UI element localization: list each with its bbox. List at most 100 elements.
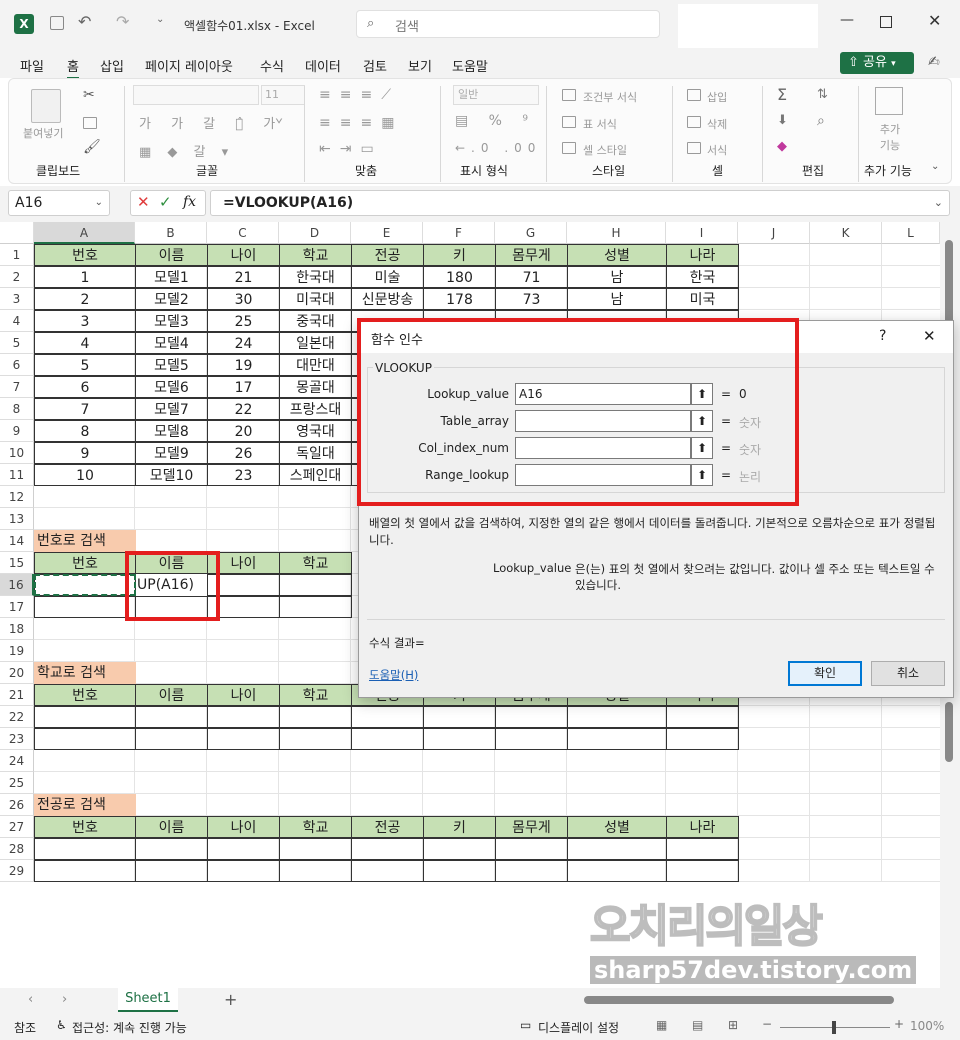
maximize-icon[interactable] [880, 16, 892, 28]
table-cell[interactable] [351, 860, 424, 882]
table-header-cell[interactable]: 나라 [666, 244, 739, 266]
table-header-cell[interactable]: 번호 [34, 816, 136, 838]
table-cell[interactable]: 20 [207, 420, 280, 442]
table-cell[interactable]: 73 [495, 288, 568, 310]
table-cell[interactable] [279, 860, 352, 882]
row-header[interactable]: 11 [0, 464, 34, 486]
row-header[interactable]: 14 [0, 530, 34, 552]
format-painter-icon[interactable]: 🖌 [83, 139, 101, 155]
column-header-h[interactable]: H [567, 222, 666, 244]
table-cell[interactable]: 모델10 [135, 464, 208, 486]
sort-filter-icon[interactable]: ⇅ [817, 87, 828, 102]
table-cell[interactable]: 신문방송 [351, 288, 424, 310]
table-cell[interactable] [495, 706, 568, 728]
table-cell[interactable]: 6 [34, 376, 136, 398]
addins-icon[interactable] [875, 87, 903, 115]
table-cell[interactable]: 8 [34, 420, 136, 442]
row-header[interactable]: 9 [0, 420, 34, 442]
table-header-cell[interactable]: 학교 [279, 816, 352, 838]
table-cell[interactable] [135, 838, 208, 860]
redo-icon[interactable]: ↷ [116, 12, 129, 31]
decimal-buttons[interactable]: ←.0 .00 [455, 141, 541, 155]
font-size-dropdown[interactable]: 11 [261, 85, 305, 105]
table-cell[interactable] [567, 706, 667, 728]
row-header[interactable]: 15 [0, 552, 34, 574]
number-buttons[interactable]: ▤ % ⁹ [455, 113, 536, 129]
table-cell[interactable] [351, 838, 424, 860]
table-cell[interactable] [423, 706, 496, 728]
tab-review[interactable]: 검토 [363, 56, 387, 75]
row-header[interactable]: 22 [0, 706, 34, 728]
table-cell[interactable] [666, 728, 739, 750]
dialog-help-icon[interactable]: ? [879, 328, 886, 344]
column-header-e[interactable]: E [351, 222, 423, 244]
row-header[interactable]: 16 [0, 574, 34, 596]
table-cell[interactable] [135, 728, 208, 750]
tab-insert[interactable]: 삽입 [100, 56, 124, 75]
table-cell[interactable]: 미국 [666, 288, 739, 310]
zoom-level[interactable]: 100% [910, 1019, 944, 1033]
table-cell[interactable] [279, 838, 352, 860]
table-cell[interactable] [351, 728, 424, 750]
row-header[interactable]: 18 [0, 618, 34, 640]
cancel-button[interactable]: 취소 [871, 661, 945, 686]
table-cell[interactable]: 남 [567, 288, 667, 310]
share-button[interactable]: ⇧ 공유 ▾ [840, 52, 914, 74]
table-cell[interactable]: 미국대 [279, 288, 352, 310]
horizontal-scrollbar[interactable] [584, 996, 894, 1004]
addins-label[interactable]: 추가 기능 [875, 121, 905, 153]
column-header-l[interactable]: L [882, 222, 940, 244]
table-cell[interactable]: 2 [34, 288, 136, 310]
page-layout-view-icon[interactable]: ▤ [692, 1018, 703, 1032]
table-cell[interactable]: 모델4 [135, 332, 208, 354]
table-header-cell[interactable]: 번호 [34, 552, 136, 574]
table-header-cell[interactable]: 나이 [207, 684, 280, 706]
table-header-cell[interactable]: 성별 [567, 244, 667, 266]
table-cell[interactable]: 178 [423, 288, 496, 310]
table-cell[interactable]: 모델2 [135, 288, 208, 310]
table-header-cell[interactable]: 이름 [135, 244, 208, 266]
table-cell[interactable] [34, 838, 136, 860]
row-header[interactable]: 29 [0, 860, 34, 882]
table-cell[interactable]: 모델1 [135, 266, 208, 288]
tab-view[interactable]: 보기 [408, 56, 432, 75]
insert-function-icon[interactable]: fx [183, 194, 196, 210]
table-cell[interactable] [135, 860, 208, 882]
row-header[interactable]: 1 [0, 244, 34, 266]
table-cell[interactable]: 7 [34, 398, 136, 420]
table-cell[interactable]: 모델6 [135, 376, 208, 398]
column-header-i[interactable]: I [666, 222, 738, 244]
table-cell[interactable]: 스페인대 [279, 464, 352, 486]
confirm-entry-icon[interactable]: ✓ [159, 193, 172, 211]
row-header[interactable]: 3 [0, 288, 34, 310]
table-cell[interactable]: 9 [34, 442, 136, 464]
table-cell[interactable]: 모델3 [135, 310, 208, 332]
row-header[interactable]: 6 [0, 354, 34, 376]
row-header[interactable]: 5 [0, 332, 34, 354]
section-label[interactable]: 학교로 검색 [34, 662, 136, 684]
table-header-cell[interactable]: 나이 [207, 244, 280, 266]
table-cell[interactable] [423, 728, 496, 750]
column-header-k[interactable]: K [810, 222, 882, 244]
help-link[interactable]: 도움말(H) [369, 667, 418, 683]
column-header-j[interactable]: J [738, 222, 810, 244]
zoom-in-icon[interactable]: + [894, 1017, 904, 1031]
table-header-cell[interactable]: 번호 [34, 244, 136, 266]
table-cell[interactable] [495, 728, 568, 750]
alignment-buttons-3[interactable]: ⇤⇥▭ [319, 141, 383, 157]
table-cell[interactable] [34, 860, 136, 882]
column-header-a[interactable]: A [34, 222, 135, 244]
table-header-cell[interactable]: 학교 [279, 552, 352, 574]
conditional-format-button[interactable]: 조건부 서식 [583, 89, 637, 105]
paste-label[interactable]: 붙여넣기 [23, 125, 63, 141]
table-cell[interactable]: 30 [207, 288, 280, 310]
table-cell[interactable]: 미술 [351, 266, 424, 288]
quick-access-dropdown-icon[interactable]: ⌄ [156, 14, 164, 25]
tab-data[interactable]: 데이터 [305, 56, 341, 75]
search-box[interactable]: ⌕ 검색 [356, 10, 660, 38]
page-break-view-icon[interactable]: ⊞ [728, 1018, 738, 1032]
format-cells-button[interactable]: 서식 [707, 142, 727, 158]
row-header[interactable]: 7 [0, 376, 34, 398]
row-header[interactable]: 12 [0, 486, 34, 508]
table-header-cell[interactable]: 몸무게 [495, 816, 568, 838]
